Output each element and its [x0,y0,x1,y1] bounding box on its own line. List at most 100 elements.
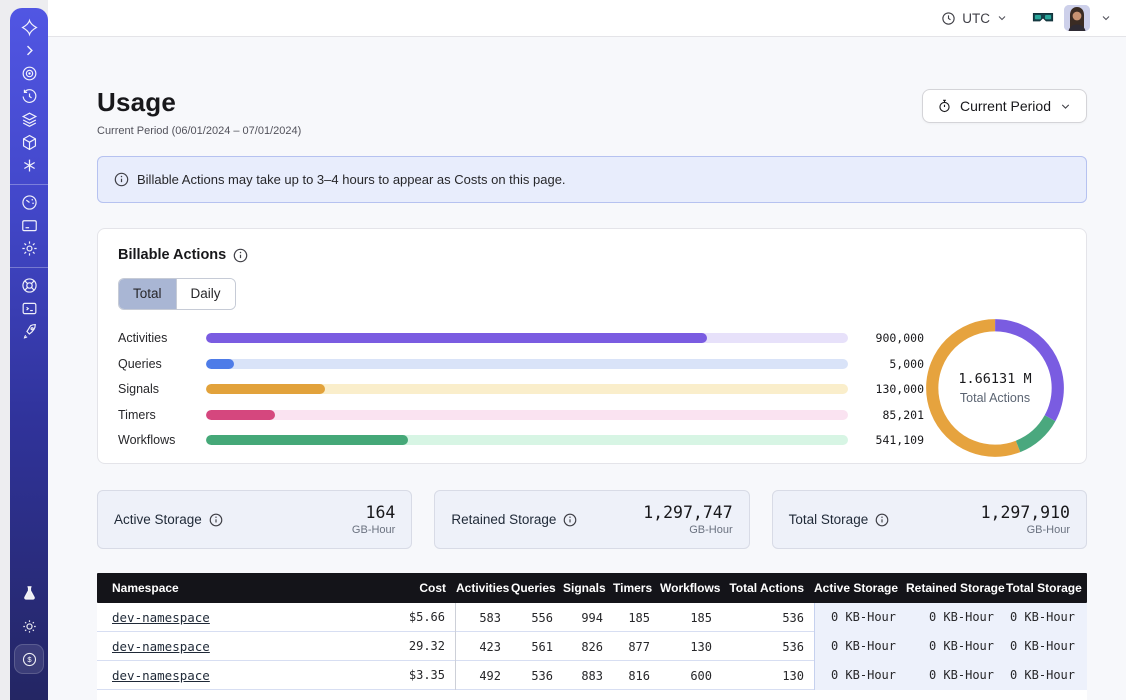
total-storage-card: Total Storage 1,297,910 GB-Hour [772,490,1087,549]
col-header-total-actions: Total Actions [722,581,814,595]
namespace-link[interactable]: dev-namespace [112,639,210,654]
cell-total-storage: 0 KB-Hour [1006,632,1087,661]
cell-queries: 556 [511,611,563,625]
stopwatch-icon [937,98,952,114]
tab-daily[interactable]: Daily [176,279,235,309]
namespace-link[interactable]: dev-namespace [112,668,210,683]
svg-text:$: $ [27,655,32,664]
pricing-dollar-icon[interactable]: $ [14,644,44,674]
cell-timers: 816 [613,669,660,683]
bar-track [206,410,848,420]
bar-fill [206,384,325,394]
cube-icon[interactable] [10,132,48,152]
topbar: UTC [48,0,1126,37]
bar-fill [206,359,234,369]
goggles-icon[interactable] [1032,11,1054,26]
cell-total-storage: 0 KB-Hour [1006,603,1087,632]
asterisk-icon[interactable] [10,155,48,175]
cell-cost: $5.66 [359,603,456,632]
storage-card-label: Total Storage [789,512,869,527]
bar-fill [206,435,408,445]
labs-flask-icon[interactable] [10,583,48,603]
namespaces-icon[interactable] [10,63,48,83]
bar-row-signals: Signals 130,000 [118,384,924,394]
period-button-label: Current Period [960,98,1051,114]
cell-workflows: 600 [660,669,722,683]
period-dropdown-button[interactable]: Current Period [922,89,1087,123]
cell-active-storage: 0 KB-Hour [814,661,906,690]
info-icon [114,172,129,187]
user-avatar[interactable] [1064,5,1090,31]
billable-actions-card: Billable Actions Total Daily Activities … [97,228,1087,464]
table-header-row: Namespace Cost Activities Queries Signal… [97,573,1087,603]
bar-value: 130,000 [862,382,924,396]
info-icon[interactable] [233,248,248,263]
info-icon[interactable] [563,513,577,527]
timezone-selector[interactable]: UTC [941,11,1008,26]
support-lifebuoy-icon[interactable] [10,275,48,295]
cell-signals: 826 [563,640,613,654]
bar-label: Signals [118,382,188,396]
bar-track [206,384,848,394]
info-icon[interactable] [209,513,223,527]
bar-label: Timers [118,408,188,422]
cell-retained-storage: 0 KB-Hour [906,661,1006,690]
banner-text: Billable Actions may take up to 3–4 hour… [137,172,566,187]
col-header-activities: Activities [456,581,511,595]
chevron-down-icon [1059,100,1072,113]
cell-signals: 883 [563,669,613,683]
sidebar-divider [10,267,48,268]
usage-gauge-icon[interactable] [10,192,48,212]
page-subtitle: Current Period (06/01/2024 – 07/01/2024) [97,125,1087,137]
tab-total[interactable]: Total [119,279,176,309]
cell-total-actions: 130 [722,669,814,683]
chart-mode-tabs: Total Daily [118,278,236,310]
layers-icon[interactable] [10,109,48,129]
temporal-logo-icon[interactable] [10,17,48,37]
col-header-namespace: Namespace [97,581,359,595]
cell-queries: 536 [511,669,563,683]
col-header-timers: Timers [613,581,660,595]
bar-row-workflows: Workflows 541,109 [118,435,924,445]
bar-row-queries: Queries 5,000 [118,359,924,369]
cell-cost: $3.35 [359,661,456,690]
billable-actions-bar-chart: Activities 900,000 Queries 5,000 Signals… [118,333,924,459]
chevron-down-icon [996,12,1008,24]
storage-card-unit: GB-Hour [352,524,395,536]
storage-card-value: 1,297,910 [981,503,1070,522]
chevron-down-icon[interactable] [1100,12,1112,24]
info-banner: Billable Actions may take up to 3–4 hour… [97,156,1087,203]
chevron-right-icon[interactable] [10,40,48,60]
cell-signals: 994 [563,611,613,625]
rocket-icon[interactable] [10,321,48,341]
col-header-signals: Signals [563,581,613,595]
storage-card-unit: GB-Hour [643,524,732,536]
bar-value: 541,109 [862,433,924,447]
billing-card-icon[interactable] [10,215,48,235]
bar-value: 5,000 [862,357,924,371]
table-row: dev-namespace $3.35 492 536 883 816 600 … [97,661,1087,690]
cell-workflows: 185 [660,611,722,625]
history-clock-icon[interactable] [10,86,48,106]
retained-storage-card: Retained Storage 1,297,747 GB-Hour [434,490,749,549]
col-header-retained-storage: Retained Storage [906,581,1006,595]
bar-value: 85,201 [862,408,924,422]
storage-card-unit: GB-Hour [981,524,1070,536]
terminal-icon[interactable] [10,298,48,318]
bar-label: Activities [118,331,188,345]
storage-card-label: Retained Storage [451,512,556,527]
cell-total-actions: 536 [722,611,814,625]
bar-fill [206,410,275,420]
theme-sun-icon[interactable] [10,616,48,636]
storage-card-value: 164 [352,503,395,522]
namespace-link[interactable]: dev-namespace [112,610,210,625]
table-row: dev-namespace $5.66 583 556 994 185 185 … [97,603,1087,632]
settings-gear-icon[interactable] [10,238,48,258]
cell-workflows: 130 [660,640,722,654]
bar-row-activities: Activities 900,000 [118,333,924,343]
storage-card-label: Active Storage [114,512,202,527]
bar-track [206,359,848,369]
cell-activities: 492 [456,669,511,683]
info-icon[interactable] [875,513,889,527]
cell-active-storage: 0 KB-Hour [814,632,906,661]
